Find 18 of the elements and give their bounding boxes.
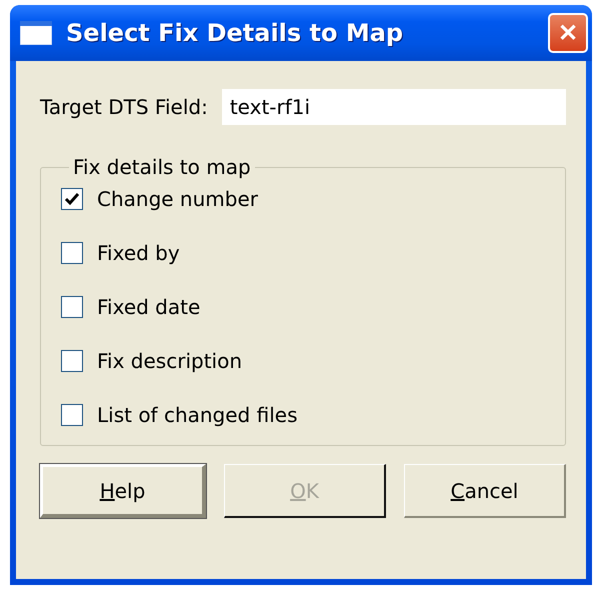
window-icon (20, 21, 52, 45)
option-label: Fixed by (97, 241, 180, 265)
field-label: Target DTS Field: (40, 95, 208, 119)
group-title: Fix details to map (72, 155, 252, 179)
option-label: Fix description (97, 349, 242, 373)
checkbox[interactable] (61, 296, 83, 318)
dialog-button[interactable]: Help (40, 464, 206, 518)
option-label: Fixed date (97, 295, 200, 319)
window-title: Select Fix Details to Map (66, 19, 404, 47)
option-label: List of changed files (97, 403, 298, 427)
option-label: Change number (97, 187, 258, 211)
checkbox[interactable] (61, 404, 83, 426)
dialog-button[interactable]: Cancel (404, 464, 566, 518)
checkbox[interactable] (61, 242, 83, 264)
checkbox[interactable] (61, 350, 83, 372)
checkbox[interactable] (61, 188, 83, 210)
close-button[interactable]: ✕ (548, 13, 588, 53)
target-field[interactable]: text-rf1i (222, 89, 566, 125)
